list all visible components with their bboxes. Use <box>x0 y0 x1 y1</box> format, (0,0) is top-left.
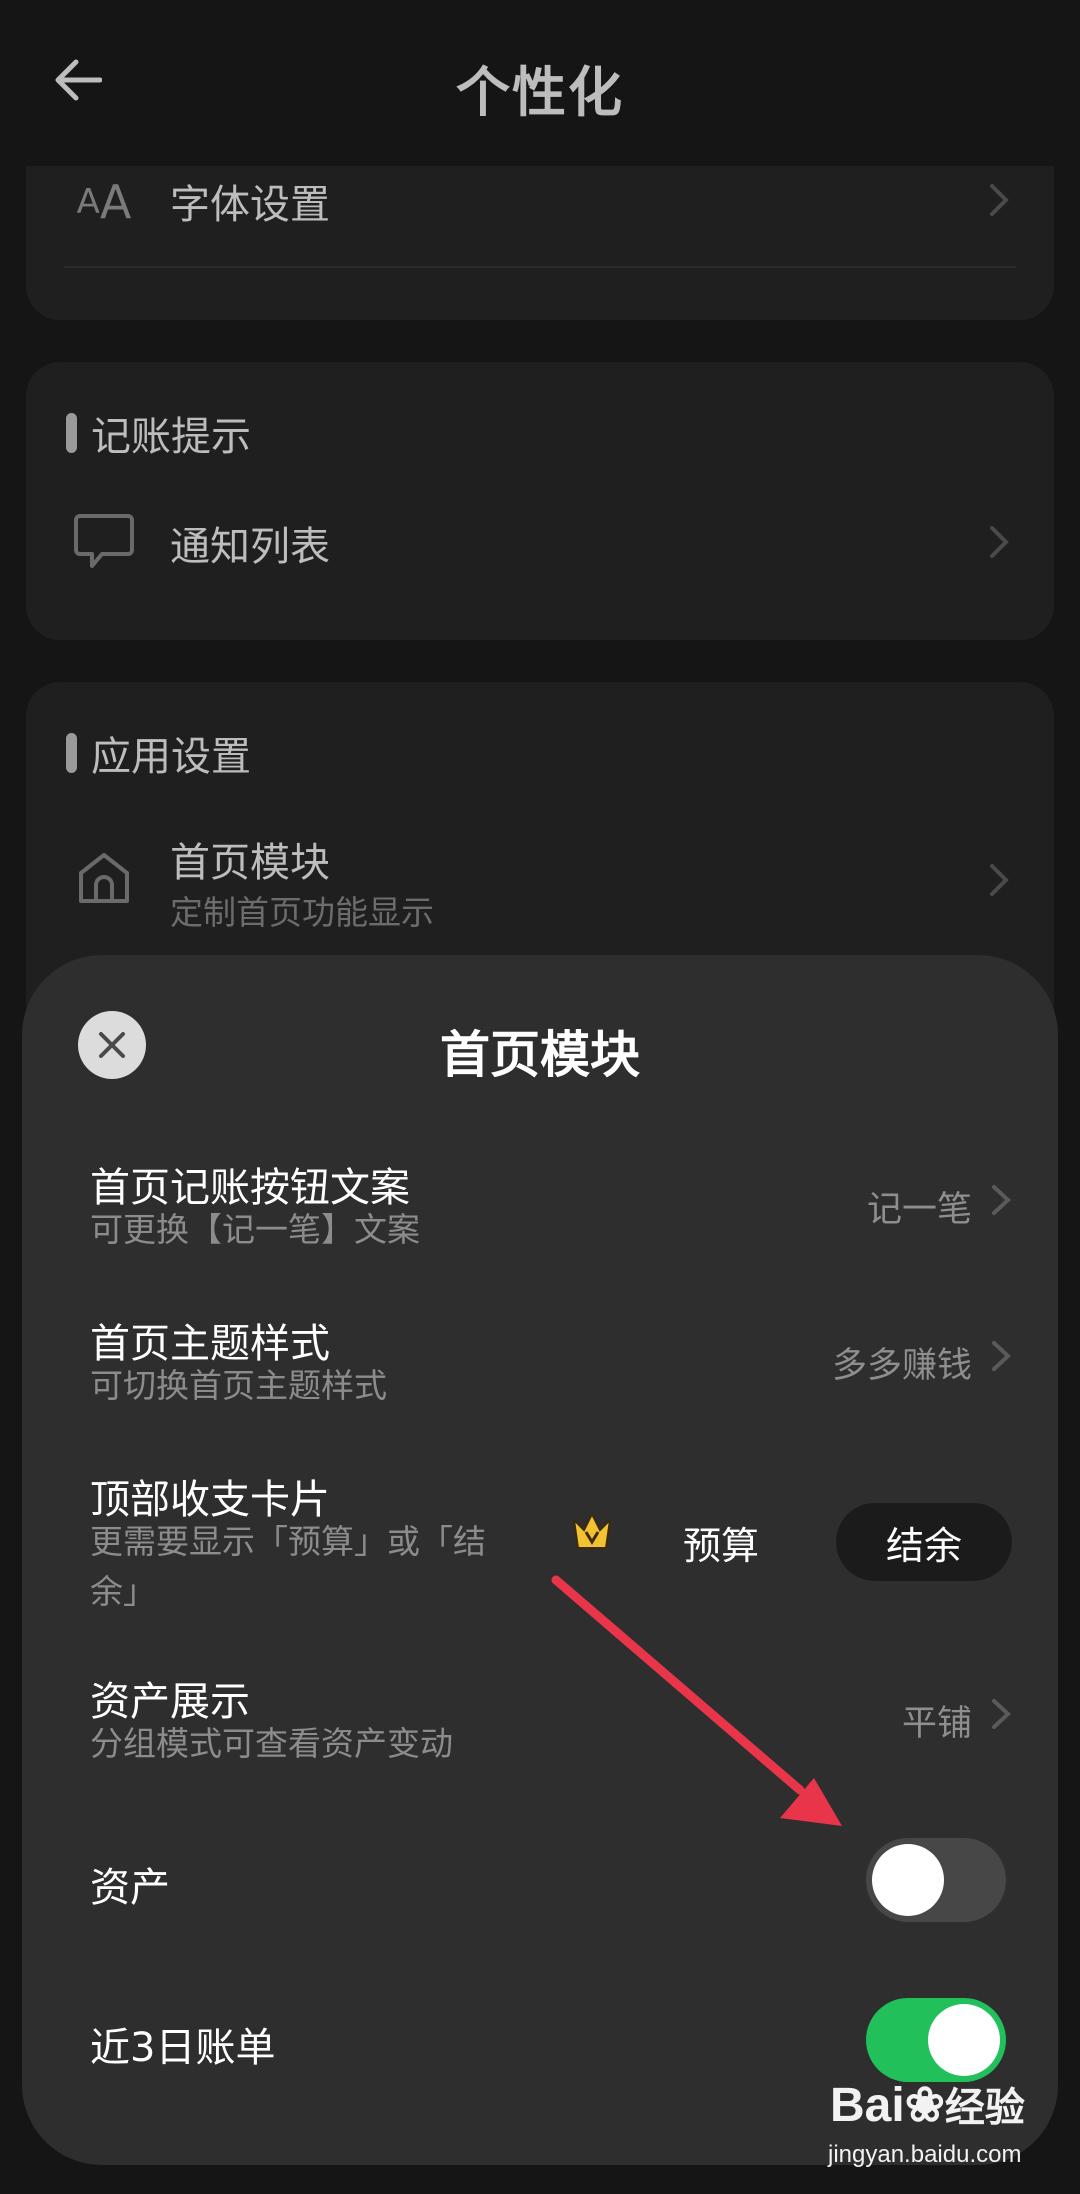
watermark-logo: Bai❀经验 jingyan.baidu.com <box>828 2079 1025 2168</box>
screen: 个性化 AA 字体设置 记账提示 通知列表 应用设置 首页模块 定制首页功能显示… <box>0 0 1080 2194</box>
message-icon <box>66 504 142 580</box>
home-module-sheet: 首页模块 首页记账按钮文案 可更换【记一笔】文案 记一笔 首页主题样式 可切换首… <box>22 955 1058 2165</box>
recent-bills-toggle[interactable] <box>866 1998 1006 2082</box>
toggle-knob <box>928 2004 1000 2076</box>
option-subtitle-line1: 更需要显示「预算」或「结 <box>90 1522 486 1561</box>
segment-budget-button[interactable]: 预算 <box>628 1503 814 1581</box>
option-assets-label: 资产 <box>90 1865 170 1911</box>
chevron-right-icon <box>990 184 1009 216</box>
chevron-right-icon <box>992 1341 1011 1371</box>
option-recent-bills-label: 近3日账单 <box>90 2025 276 2071</box>
segment-balance-button[interactable]: 结余 <box>836 1503 1012 1581</box>
section-title-app: 应用设置 <box>66 724 251 782</box>
reminder-card: 记账提示 通知列表 <box>26 362 1054 640</box>
sheet-title: 首页模块 <box>440 1026 640 1084</box>
option-subtitle-line2: 余」 <box>90 1572 156 1611</box>
watermark-url: jingyan.baidu.com <box>828 2141 1022 2168</box>
option-value: 多多赚钱 <box>831 1346 972 1386</box>
chevron-right-icon <box>992 1185 1011 1215</box>
chevron-right-icon <box>990 864 1009 896</box>
paw-icon: ❀ <box>904 2079 945 2132</box>
section-title-reminder: 记账提示 <box>66 404 251 462</box>
page-title: 个性化 <box>456 61 624 124</box>
option-subtitle: 可切换首页主题样式 <box>90 1366 387 1405</box>
section-bar <box>66 733 77 773</box>
chevron-right-icon <box>990 526 1009 558</box>
section-bar <box>66 413 77 453</box>
chevron-right-icon <box>992 1699 1011 1729</box>
top-bar: 个性化 <box>0 0 1080 166</box>
font-settings-label: 字体设置 <box>170 182 330 228</box>
notification-list-label: 通知列表 <box>170 524 330 570</box>
option-value: 平铺 <box>901 1704 972 1744</box>
crown-vip-icon <box>572 1511 612 1549</box>
font-size-icon: AA <box>76 175 132 229</box>
home-icon <box>66 840 142 916</box>
divider <box>64 266 1016 268</box>
option-subtitle: 可更换【记一笔】文案 <box>90 1210 420 1249</box>
home-module-label: 首页模块 <box>170 840 330 886</box>
option-subtitle: 分组模式可查看资产变动 <box>90 1724 453 1763</box>
assets-toggle[interactable] <box>866 1838 1006 1922</box>
option-value: 记一笔 <box>866 1190 972 1230</box>
home-module-sub: 定制首页功能显示 <box>170 893 434 932</box>
toggle-knob <box>872 1844 944 1916</box>
